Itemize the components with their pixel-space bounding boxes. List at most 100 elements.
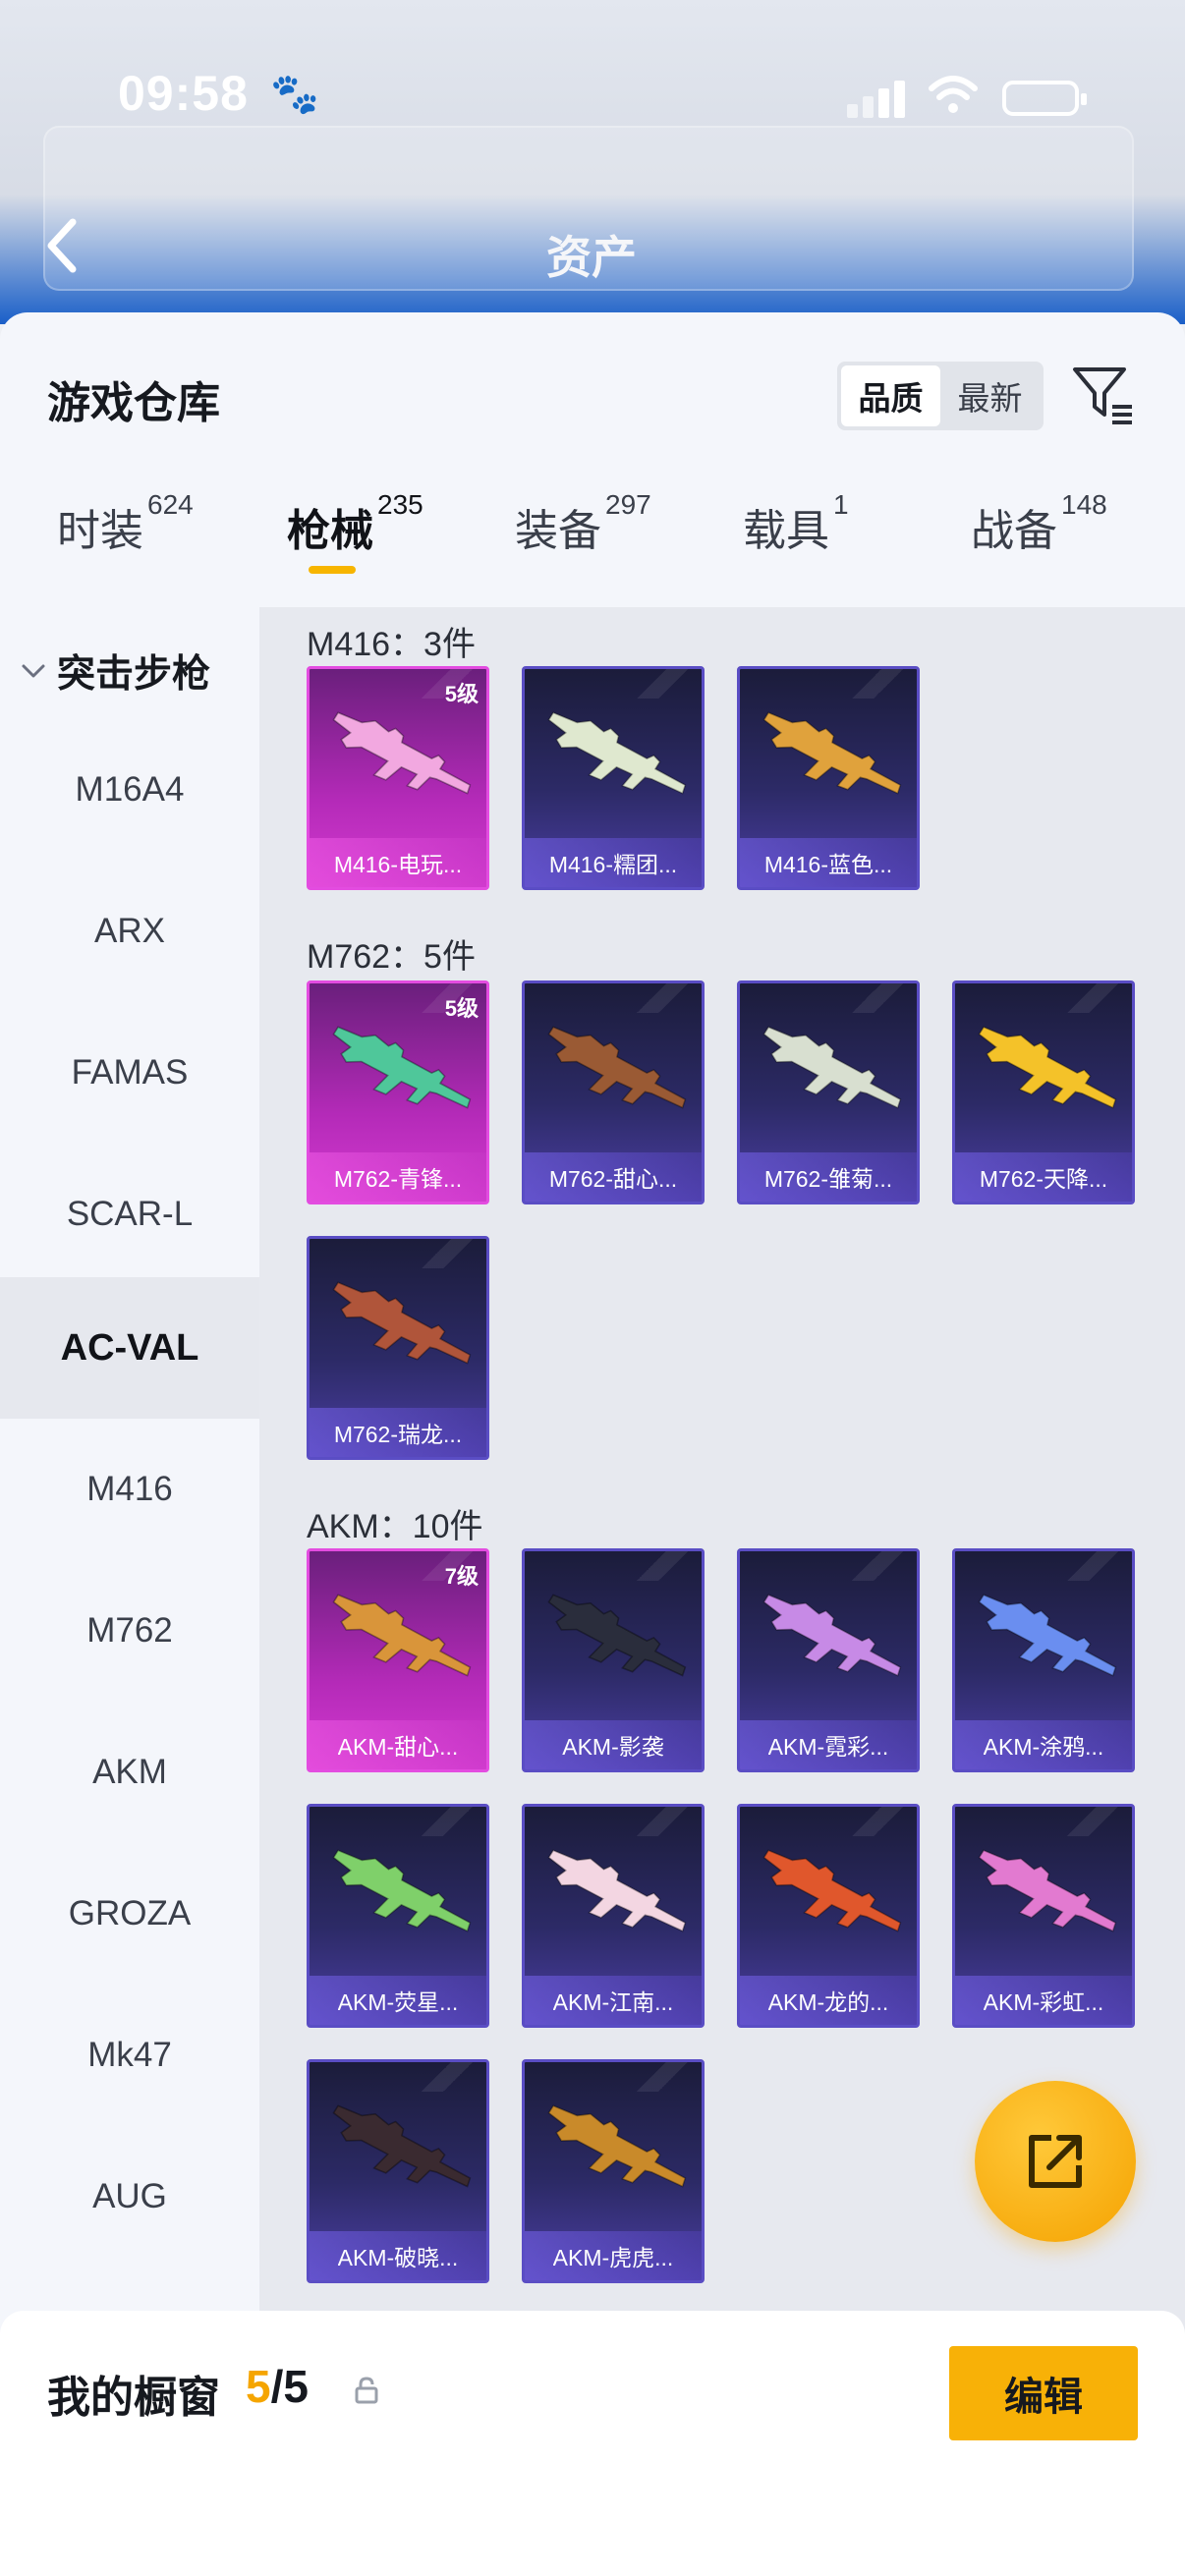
weapon-sidebar: 突击步枪 M16A4 ARX FAMAS SCAR-L AC-VAL M416 … xyxy=(0,607,259,2460)
paw-icon: 🐾 xyxy=(270,73,319,116)
lock-icon xyxy=(355,2377,378,2404)
weapon-card[interactable]: M762-天降... xyxy=(952,980,1135,1204)
weapon-card-label: M416-蓝色... xyxy=(763,852,893,877)
card-label-bar: AKM-甜心... xyxy=(310,1720,486,1769)
rifle-icon xyxy=(332,1026,472,1109)
weapon-card-label: AKM-涂鸦... xyxy=(983,1734,1104,1760)
weapon-card[interactable]: AKM-江南... xyxy=(522,1804,705,2028)
rifle-icon xyxy=(762,1849,902,1932)
rifle-icon xyxy=(547,711,687,795)
rifle-icon xyxy=(332,1594,472,1677)
weapon-card[interactable]: AKM-破晓... xyxy=(307,2059,489,2283)
level-badge: 7级 xyxy=(444,1564,479,1589)
rifle-icon xyxy=(762,1026,902,1109)
sidebar-item-m16a4[interactable]: M16A4 xyxy=(0,719,259,861)
weapon-card-label: AKM-破晓... xyxy=(337,2245,459,2270)
weapon-card-label: AKM-彩虹... xyxy=(983,1989,1104,2015)
weapon-card[interactable]: AKM-彩虹... xyxy=(952,1804,1135,2028)
background-header: 09:58 🐾 资产 xyxy=(0,0,1185,324)
tab-label: 载具 xyxy=(743,507,829,555)
sidebar-group-assault-rifles[interactable]: 突击步枪 xyxy=(0,637,259,705)
weapon-card[interactable]: M762-雏菊... xyxy=(737,980,920,1204)
card-label-bar: AKM-破晓... xyxy=(310,2231,486,2280)
sidebar-item-arx[interactable]: ARX xyxy=(0,861,259,1002)
card-label-bar: AKM-彩虹... xyxy=(955,1976,1132,2025)
level-badge: 5级 xyxy=(444,682,479,706)
chevron-down-icon xyxy=(22,664,45,678)
tab-guns[interactable]: 枪械235 xyxy=(287,489,423,574)
weapon-card[interactable]: M762-甜心... xyxy=(522,980,705,1204)
weapon-card-label: AKM-甜心... xyxy=(337,1734,459,1760)
back-icon[interactable] xyxy=(43,216,83,275)
tab-count: 624 xyxy=(147,489,194,520)
card-label-bar: M762-雏菊... xyxy=(740,1152,917,1202)
weapon-card[interactable]: AKM-龙的... xyxy=(737,1804,920,2028)
sort-toggle: 品质 最新 xyxy=(837,362,1044,430)
tab-count: 148 xyxy=(1061,489,1107,520)
rifle-icon xyxy=(762,711,902,795)
rifle-icon xyxy=(547,1594,687,1677)
rifle-icon xyxy=(547,1026,687,1109)
weapon-card[interactable]: AKM-影袭 xyxy=(522,1548,705,1772)
sidebar-item-m762[interactable]: M762 xyxy=(0,1560,259,1702)
weapon-card-label: M762-雏菊... xyxy=(763,1166,893,1192)
tab-vehicles[interactable]: 载具1 xyxy=(743,489,849,558)
showcase-total: 5 xyxy=(283,2361,309,2412)
sidebar-item-scar-l[interactable]: SCAR-L xyxy=(0,1144,259,1285)
rifle-icon xyxy=(332,2104,472,2188)
tab-label: 装备 xyxy=(515,507,601,555)
showcase-bar: 我的橱窗 5/5 编辑 xyxy=(0,2311,1185,2576)
edit-button[interactable]: 编辑 xyxy=(949,2346,1138,2440)
filter-icon[interactable] xyxy=(1071,362,1136,426)
weapon-card-label: M762-青锋... xyxy=(333,1166,463,1192)
warehouse-title: 游戏仓库 xyxy=(47,379,220,427)
sidebar-item-mk47[interactable]: Mk47 xyxy=(0,1985,259,2126)
warehouse-sheet: 游戏仓库 品质 最新 时装624 枪械235 装备297 载具1 战备148 突… xyxy=(0,312,1185,2576)
weapon-card-label: AKM-虎虎... xyxy=(552,2245,674,2270)
tab-fashion[interactable]: 时装624 xyxy=(57,489,194,558)
weapon-card[interactable]: 7级 AKM-甜心... xyxy=(307,1548,489,1772)
weapon-card[interactable]: AKM-霓彩... xyxy=(737,1548,920,1772)
weapon-card[interactable]: M762-瑞龙... xyxy=(307,1236,489,1460)
weapon-card[interactable]: 5级 M416-电玩... xyxy=(307,666,489,890)
status-bar: 09:58 🐾 xyxy=(0,0,1185,193)
tab-equipment[interactable]: 装备297 xyxy=(515,489,651,558)
signal-icon xyxy=(847,79,908,118)
card-label-bar: AKM-龙的... xyxy=(740,1976,917,2025)
tab-label: 枪械 xyxy=(287,507,373,555)
rifle-icon xyxy=(978,1026,1117,1109)
weapon-card[interactable]: M416-蓝色... xyxy=(737,666,920,890)
tab-supplies[interactable]: 战备148 xyxy=(971,489,1107,558)
tab-count: 235 xyxy=(377,489,423,520)
sidebar-item-m416[interactable]: M416 xyxy=(0,1419,259,1560)
tab-count: 1 xyxy=(833,489,849,520)
sidebar-item-groza[interactable]: GROZA xyxy=(0,1843,259,1985)
sidebar-item-ac-val[interactable]: AC-VAL xyxy=(0,1277,259,1419)
card-label-bar: M762-瑞龙... xyxy=(310,1408,486,1457)
rifle-icon xyxy=(547,1849,687,1932)
battery-icon xyxy=(1002,81,1087,116)
sort-quality-button[interactable]: 品质 xyxy=(841,365,940,426)
card-label-bar: AKM-江南... xyxy=(525,1976,702,2025)
sidebar-item-akm[interactable]: AKM xyxy=(0,1702,259,1843)
page-title: 资产 xyxy=(546,232,637,283)
card-label-bar: M762-青锋... xyxy=(310,1152,486,1202)
tab-count: 297 xyxy=(605,489,651,520)
weapon-card[interactable]: 5级 M762-青锋... xyxy=(307,980,489,1204)
weapon-card-label: AKM-荧星... xyxy=(337,1989,459,2015)
rifle-icon xyxy=(332,711,472,795)
share-button[interactable] xyxy=(975,2081,1136,2242)
card-label-bar: M762-甜心... xyxy=(525,1152,702,1202)
weapon-card[interactable]: AKM-虎虎... xyxy=(522,2059,705,2283)
card-label-bar: AKM-虎虎... xyxy=(525,2231,702,2280)
sort-newest-button[interactable]: 最新 xyxy=(940,365,1040,426)
sidebar-item-famas[interactable]: FAMAS xyxy=(0,1002,259,1144)
rifle-icon xyxy=(547,2104,687,2188)
sidebar-item-aug[interactable]: AUG xyxy=(0,2126,259,2268)
weapon-card[interactable]: M416-糯团... xyxy=(522,666,705,890)
weapon-card[interactable]: AKM-荧星... xyxy=(307,1804,489,2028)
weapon-card[interactable]: AKM-涂鸦... xyxy=(952,1548,1135,1772)
weapon-card-label: M762-瑞龙... xyxy=(333,1422,463,1447)
rifle-icon xyxy=(978,1849,1117,1932)
status-time: 09:58 xyxy=(118,66,249,121)
